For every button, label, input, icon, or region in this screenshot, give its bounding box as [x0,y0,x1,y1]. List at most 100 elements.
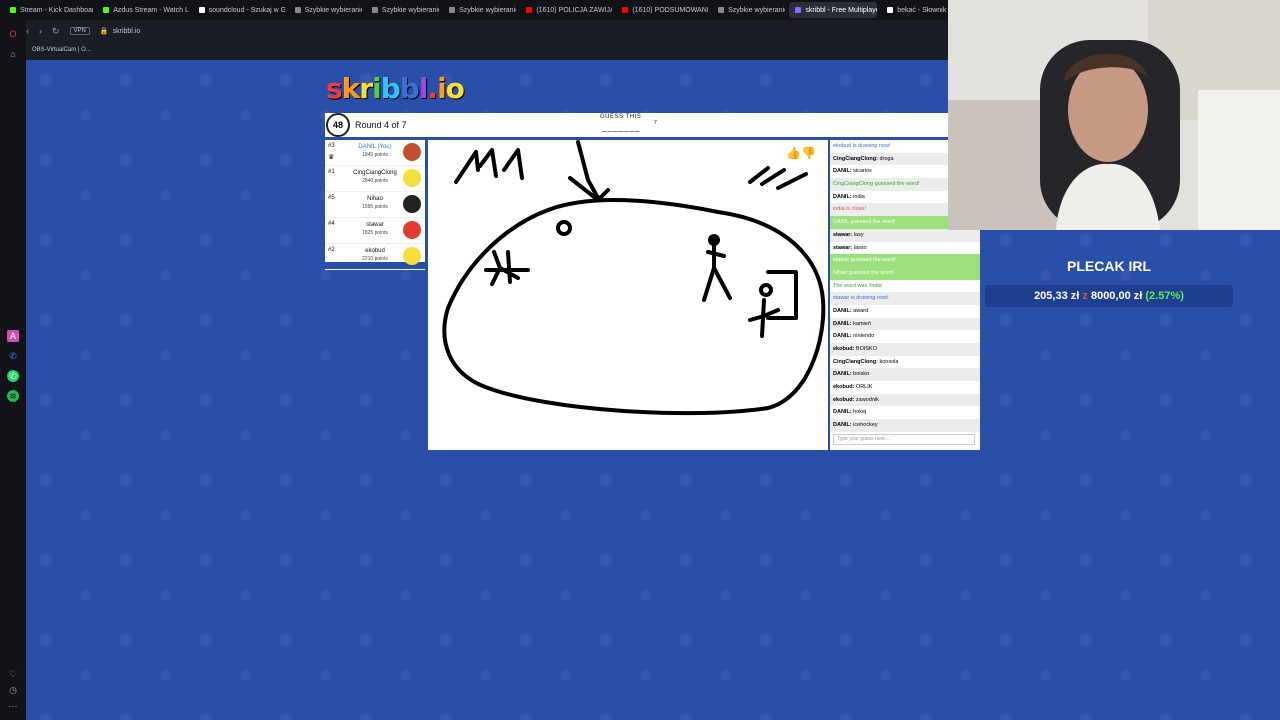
tab-favicon-icon [371,7,378,13]
player-name: ekobud [365,248,385,254]
like-dislike-buttons[interactable]: 👍👎 [786,146,816,160]
player-row[interactable]: #2 ekobud 2210 points [325,244,425,270]
whatsapp-icon[interactable]: ✆ [7,370,19,382]
player-points: 2840 points [362,178,388,184]
browser-tab[interactable]: Szybkie wybieranie [443,2,516,18]
tab-label: Stream - Kick Dashboard [20,6,94,14]
browser-tab[interactable]: soundcloud - Szukaj w Go [193,2,285,18]
chat-message: stawar: lasso [830,242,980,255]
lock-icon: 🔒 [99,28,109,35]
chat-text: droga [877,155,894,162]
logo-letter: k [341,72,361,105]
player-name: Nihao [367,196,383,202]
browser-tab[interactable]: (1610) POLICJA ZAWIJA S [520,2,612,18]
donation-goal: 205,33 zł z 8000,00 zł (2.57%) [985,285,1233,307]
chat-message: stawar guessed the word! [830,254,980,267]
player-points: 1595 points [362,204,388,210]
vpn-badge[interactable]: VPN [69,27,90,35]
url-field[interactable]: skribbl.io [113,28,141,35]
word-length: 7 [654,120,657,126]
thumbs-down-icon[interactable]: 👎 [801,146,816,160]
chat-username: DANIL: [833,371,852,378]
chat-message: ekobud: ORLIK [830,381,980,394]
tab-favicon-icon [103,7,110,13]
chat-text: hokej [851,409,867,416]
tab-label: Szybkie wybieranie [728,6,786,14]
webcam-feed [948,0,1280,230]
chat-message: stawar is drawing now! [830,292,980,305]
chat-text: award [851,307,869,314]
tab-favicon-icon [795,7,802,13]
player-avatar-icon [403,247,421,265]
player-row[interactable]: #4 stawar 1825 points [325,218,425,244]
player-points: 1845 points [362,152,388,158]
tab-label: bekać - Słownik j [897,6,948,14]
browser-tab[interactable]: Szybkie wybieranie [366,2,439,18]
messenger-icon[interactable]: ✆ [7,350,19,362]
browser-tab[interactable]: skribbl - Free Multiplayer [789,2,878,18]
opera-icon[interactable]: O [7,28,19,40]
chat-username: ekobud: [833,396,855,403]
player-name: DANIL (You) [358,144,392,150]
browser-tab[interactable]: Stream - Kick Dashboard [4,2,93,18]
logo-letter: b [399,72,420,105]
chat-text: zawodnik [854,396,879,403]
back-icon[interactable]: ‹ [26,26,29,36]
history-icon[interactable]: ◷ [7,684,19,696]
streamer-photo [948,0,1280,230]
player-avatar-icon [403,221,421,239]
tab-label: Szybkie wybieranie [459,6,517,14]
browser-tab[interactable]: Szybkie wybieranie [712,2,785,18]
chat-text: ekobud is drawing now! [833,143,891,149]
tab-label: Szybkie wybieranie [381,6,440,14]
chat-text: kamień [851,320,871,327]
browser-tab[interactable]: bekać - Słownik j [881,2,948,18]
chat-message: DANIL: icehockey [830,419,980,432]
tab-favicon-icon [198,7,205,13]
chat-username: CingCiangClong: [833,358,878,365]
tab-label: (1610) PODSUMOWANIE [632,6,709,14]
tab-favicon-icon [10,7,16,13]
tab-label: Szybkie wybieranie [304,6,362,14]
guess-input[interactable]: Type your guess here... [833,434,975,445]
tab-label: skribbl - Free Multiplayer [805,6,878,14]
reload-icon[interactable]: ↻ [52,26,60,37]
player-row[interactable]: #3 DANIL (You) 1845 points ♛ [325,140,425,166]
chat-text: nintendo [851,333,875,340]
thumbs-up-icon[interactable]: 👍 [786,146,801,160]
goal-target: 8000,00 zł [1090,290,1143,302]
chat-username: ekobud: [833,384,855,391]
timer: 48 [326,113,350,137]
chat-text: lasy [852,231,864,238]
spotify-icon[interactable]: ≋ [7,390,19,402]
browser-tab[interactable]: Azdus Stream - Watch Liv [97,2,189,18]
forward-icon[interactable]: › [39,26,42,36]
player-rank: #5 [328,195,335,201]
player-name: stawar [366,222,384,228]
browser-tab[interactable]: Szybkie wybieranie [289,2,362,18]
browser-tab[interactable]: (1610) PODSUMOWANIE [616,2,708,18]
goal-current: 205,33 zł [1034,290,1080,302]
logo-letter: r [359,72,373,105]
heart-icon[interactable]: ♡ [7,668,19,680]
home-icon[interactable]: ⌂ [7,48,19,60]
chat-text: konsola [877,358,899,365]
chat-message: stawar: lasy [830,228,980,242]
logo-letter: i [372,72,382,105]
more-icon[interactable]: ⋯ [7,700,19,712]
aria-icon[interactable]: A [7,330,19,342]
chat-text: lasso [852,244,867,251]
chat-username: DANIL: [833,333,852,340]
chat-message: ekobud: BOISKO [830,343,980,356]
bookmark-obs[interactable]: OBS-VirtualCam | O... [32,47,91,53]
chat-username: DANIL: [833,193,852,200]
chat-text: india [851,193,865,200]
player-row[interactable]: #1 CingCiangClong 2840 points [325,166,425,192]
chat-message: CingCiangClong: konsola [830,356,980,369]
player-row[interactable]: #5 Nihao 1595 points [325,192,425,218]
chat-message: DANIL: award [830,305,980,318]
chat-text: CingCiangClong guessed the word! [833,181,920,188]
chat-text: DANIL guessed the word! [833,219,896,226]
drawing-canvas[interactable] [428,140,828,450]
player-rank: #1 [328,169,335,175]
